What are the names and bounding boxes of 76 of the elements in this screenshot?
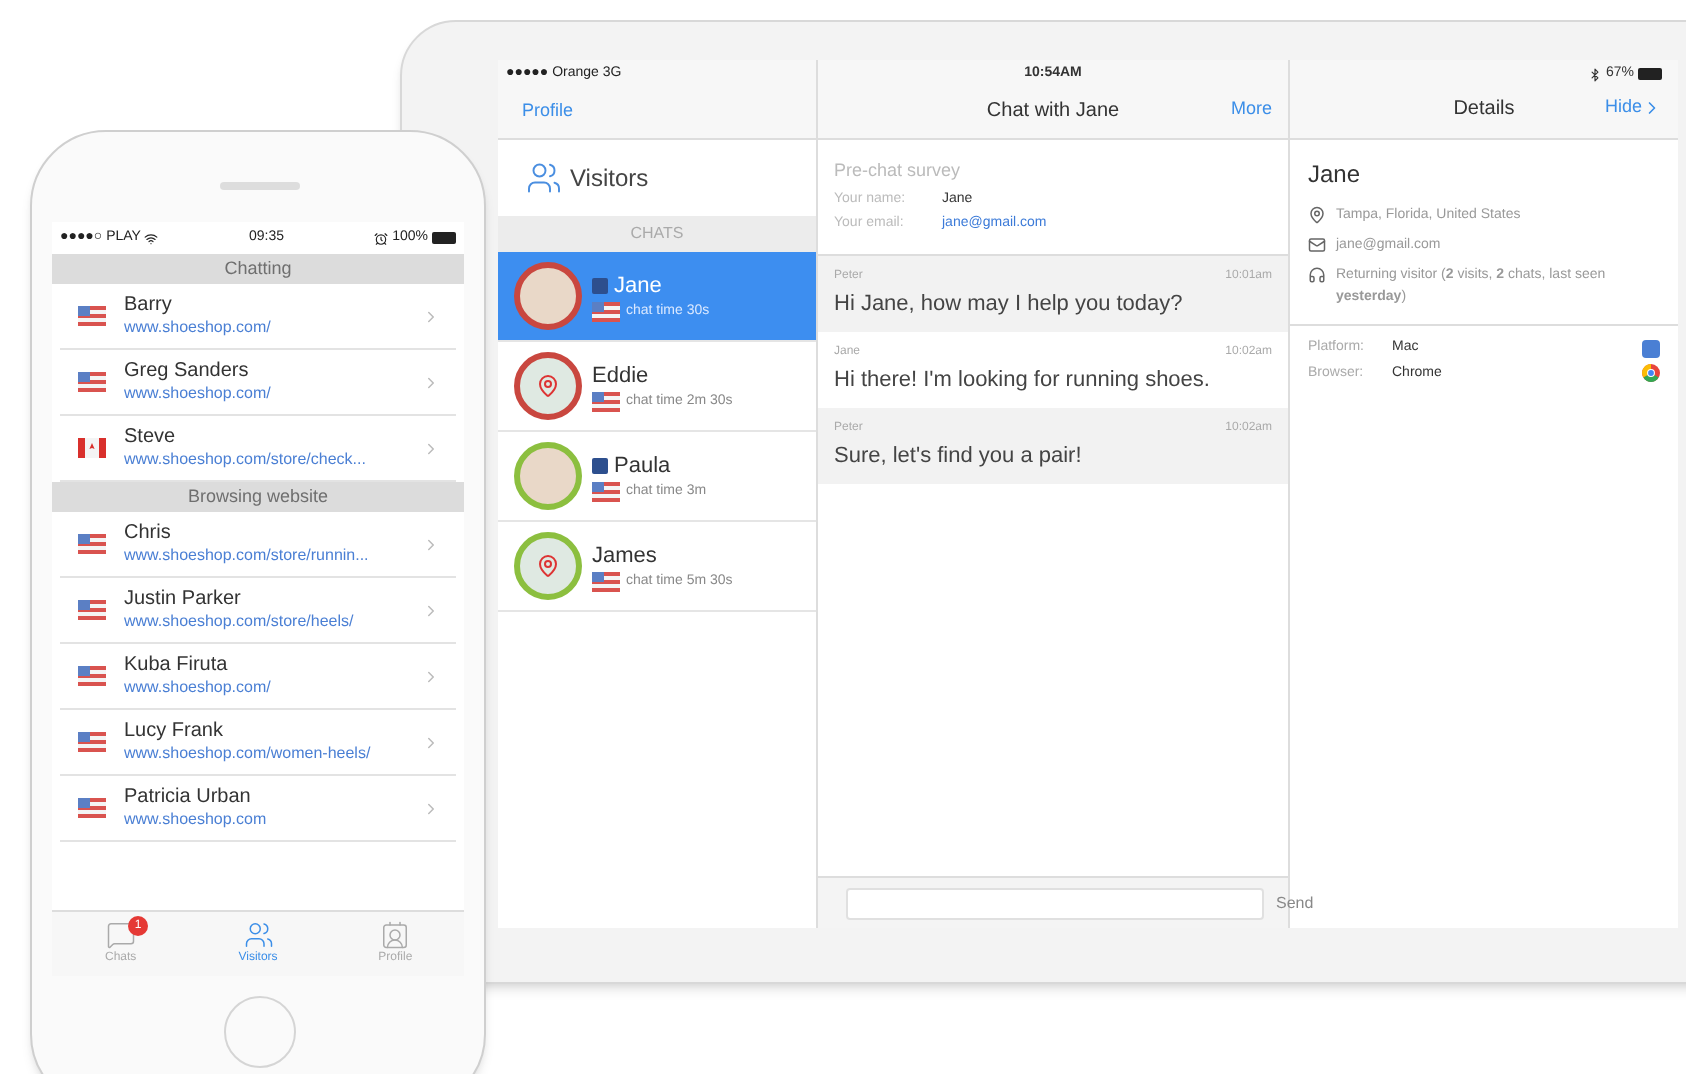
battery-icon [1638,68,1662,81]
message-text: Hi there! I'm looking for running shoes. [834,365,1212,395]
flag-icon [78,534,106,554]
flag-icon [78,732,106,752]
bluetooth-icon [1587,67,1602,82]
chevron-icon [422,307,440,325]
users-icon [243,920,273,950]
section-header: Chatting [52,254,464,284]
visitor-name: Patricia Urban [124,786,253,808]
location-pin-icon [1308,206,1326,224]
map-pin-icon [536,374,560,398]
flag-icon [592,302,620,323]
visitor-name: Jane [614,271,662,301]
visitor-name: Paula [614,451,671,481]
chevron-icon [422,439,440,457]
flag-icon [78,438,106,458]
visitor-list-item[interactable]: Barry www.shoeshop.com/ [60,284,456,350]
flag-icon [78,666,106,686]
users-icon [526,160,562,196]
chevron-icon [422,535,440,553]
visitor-url: www.shoeshop.com/women-heels/ [124,742,373,764]
section-header: Browsing website [52,482,464,512]
visitor-url: www.shoeshop.com/ [124,676,273,698]
flag-icon [78,306,106,326]
visitor-name: Barry [124,294,174,316]
chevron-icon [422,799,440,817]
visitor-name: Jane [1308,158,1363,192]
visitor-name: Chris [124,522,173,544]
visitor-name: Lucy Frank [124,720,225,742]
visitor-name: Eddie [592,361,649,391]
map-pin-icon [536,554,560,578]
visitor-url: www.shoeshop.com/ [124,382,273,404]
flag-icon [78,798,106,818]
chevron-icon [422,733,440,751]
survey-title: Pre-chat survey [834,158,963,184]
visitor-list-item[interactable]: Lucy Frank www.shoeshop.com/women-heels/ [60,710,456,776]
visitor-list-item[interactable]: Patricia Urban www.shoeshop.com [60,776,456,842]
headphones-icon [1308,266,1326,284]
chevron-icon [422,373,440,391]
mail-icon [1308,236,1326,254]
send-button[interactable]: Send [1276,891,1314,915]
flag-icon [592,482,620,503]
chevron-icon [422,667,440,685]
visitor-url: www.shoeshop.com/store/runnin... [124,544,371,566]
visitor-list-item[interactable]: Justin Parker www.shoeshop.com/store/heels/ [60,578,456,644]
battery-icon [432,232,456,244]
chevron-icon [422,601,440,619]
message-text: Hi Jane, how may I help you today? [834,289,1185,319]
visitor-name: Justin Parker [124,588,243,610]
visitor-url: www.shoeshop.com/store/check... [124,448,368,470]
message-input[interactable] [846,887,1264,919]
visitors-button[interactable]: Visitors [498,140,816,216]
alarm-icon [374,231,389,245]
visitor-list-item[interactable]: Kuba Firuta www.shoeshop.com/ [60,644,456,710]
home-button[interactable] [224,996,296,1068]
visitor-name: James [592,541,657,571]
flag-icon [78,372,106,392]
flag-icon [592,572,620,593]
visitor-url: www.shoeshop.com [124,808,269,830]
details-title: Details [1453,95,1515,123]
visitor-list-item[interactable]: Greg Sanders www.shoeshop.com/ [60,350,456,416]
wifi-icon [144,231,159,245]
visitor-name: Greg Sanders [124,360,251,382]
visitor-name: Steve [124,426,178,448]
section-header: CHATS [498,216,816,252]
visitor-name: Kuba Firuta [124,654,230,676]
chat-bubble-icon [105,920,136,950]
visitor-list-item[interactable]: Chris www.shoeshop.com/store/runnin... [60,512,456,578]
browser-logo-icon [1642,364,1660,383]
visitor-url: www.shoeshop.com/store/heels/ [124,610,356,632]
flag-icon [592,392,620,413]
flag-icon [78,600,106,620]
chat-title: Chat with Jane [986,97,1120,125]
visitor-url: www.shoeshop.com/ [124,316,273,338]
message-text: Sure, let's find you a pair! [834,441,1084,471]
contact-icon [380,920,411,950]
